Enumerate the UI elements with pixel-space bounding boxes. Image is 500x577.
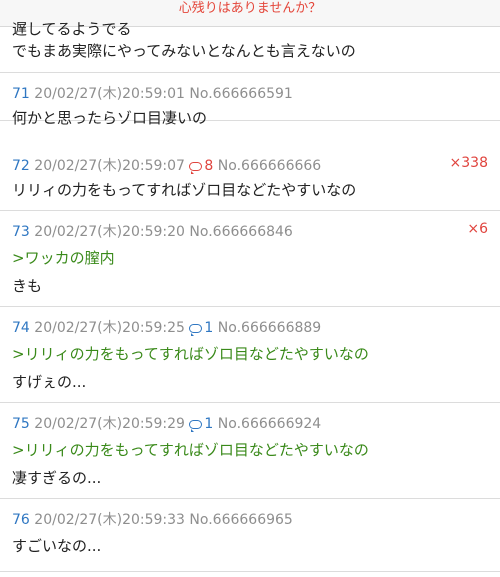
post-id[interactable]: No.666666924 xyxy=(218,416,321,432)
post-header: 76 20/02/27(木)20:59:33 No.666666965 xyxy=(12,509,293,529)
post-date: 20/02/27(木)20:59:25 xyxy=(34,320,185,336)
post-body-line: 凄すぎるの... xyxy=(12,469,102,487)
post-date: 20/02/27(木)20:59:20 xyxy=(34,224,185,240)
post-quote-line[interactable]: >リリィの力をもってすればゾロ目などたやすいなの xyxy=(12,343,369,364)
reply-count[interactable]: 1 xyxy=(189,320,213,336)
post-number[interactable]: 75 xyxy=(12,416,30,432)
post-74[interactable]: 74 20/02/27(木)20:59:25 1 No.666666889 >リ… xyxy=(0,307,500,403)
post-number[interactable]: 71 xyxy=(12,86,30,102)
post-date: 20/02/27(木)20:59:01 xyxy=(34,86,185,102)
partial-post-line: でもまあ実際にやってみないとなんとも言えないの xyxy=(12,42,356,60)
post-number[interactable]: 74 xyxy=(12,320,30,336)
post-75[interactable]: 75 20/02/27(木)20:59:29 1 No.666666924 >リ… xyxy=(0,403,500,499)
post-number[interactable]: 72 xyxy=(12,158,30,174)
reply-count-value: 1 xyxy=(204,416,214,432)
comment-bubble-icon xyxy=(189,420,203,432)
post-id[interactable]: No.666666591 xyxy=(189,86,292,102)
post-id[interactable]: No.666666666 xyxy=(218,158,321,174)
post-73[interactable]: 73 20/02/27(木)20:59:20 No.666666846 ×6 >… xyxy=(0,211,500,307)
post-body-line: すげぇの... xyxy=(12,373,87,391)
comment-bubble-icon xyxy=(189,162,203,174)
post-id[interactable]: No.666666889 xyxy=(218,320,321,336)
post-body-line: リリィの力をもってすればゾロ目などたやすいなの xyxy=(12,181,357,199)
post-date: 20/02/27(木)20:59:07 xyxy=(34,158,185,174)
post-72[interactable]: 72 20/02/27(木)20:59:07 8 No.666666666 ×3… xyxy=(0,145,500,211)
partial-post-cut-text: 遅してるようでる xyxy=(12,20,132,38)
post-header: 72 20/02/27(木)20:59:07 8 No.666666666 xyxy=(12,155,321,175)
top-notice-text[interactable]: 心残りはありませんか？ xyxy=(179,1,322,16)
post-body-line: きも xyxy=(12,277,43,295)
post-id[interactable]: No.666666965 xyxy=(189,512,292,528)
post-header: 75 20/02/27(木)20:59:29 1 No.666666924 xyxy=(12,413,321,433)
post-body-line: すごいなの... xyxy=(12,537,102,555)
reply-count[interactable]: 1 xyxy=(189,416,213,432)
post-quote-line[interactable]: >ワッカの膣内 xyxy=(12,247,115,268)
comment-bubble-icon xyxy=(189,324,203,336)
post-id[interactable]: No.666666846 xyxy=(189,224,292,240)
post-header: 74 20/02/27(木)20:59:25 1 No.666666889 xyxy=(12,317,321,337)
reply-count[interactable]: 8 xyxy=(189,158,213,174)
post-body-line: 何かと思ったらゾロ目凄いの xyxy=(12,109,208,127)
post-date: 20/02/27(木)20:59:29 xyxy=(34,416,185,432)
soudane-count[interactable]: ×338 xyxy=(450,155,488,171)
post-number[interactable]: 76 xyxy=(12,512,30,528)
post-header: 73 20/02/27(木)20:59:20 No.666666846 xyxy=(12,221,293,241)
reply-count-value: 1 xyxy=(204,320,214,336)
partial-post: 遅してるようでる でもまあ実際にやってみないとなんとも言えないの xyxy=(0,20,500,73)
post-header: 71 20/02/27(木)20:59:01 No.666666591 xyxy=(12,83,293,103)
post-76[interactable]: 76 20/02/27(木)20:59:33 No.666666965 すごいな… xyxy=(0,499,500,572)
post-quote-line[interactable]: >リリィの力をもってすればゾロ目などたやすいなの xyxy=(12,439,369,460)
soudane-count[interactable]: ×6 xyxy=(467,221,488,237)
post-number[interactable]: 73 xyxy=(12,224,30,240)
post-date: 20/02/27(木)20:59:33 xyxy=(34,512,185,528)
post-71[interactable]: 71 20/02/27(木)20:59:01 No.666666591 何かと思… xyxy=(0,73,500,127)
reply-count-value: 8 xyxy=(204,158,214,174)
